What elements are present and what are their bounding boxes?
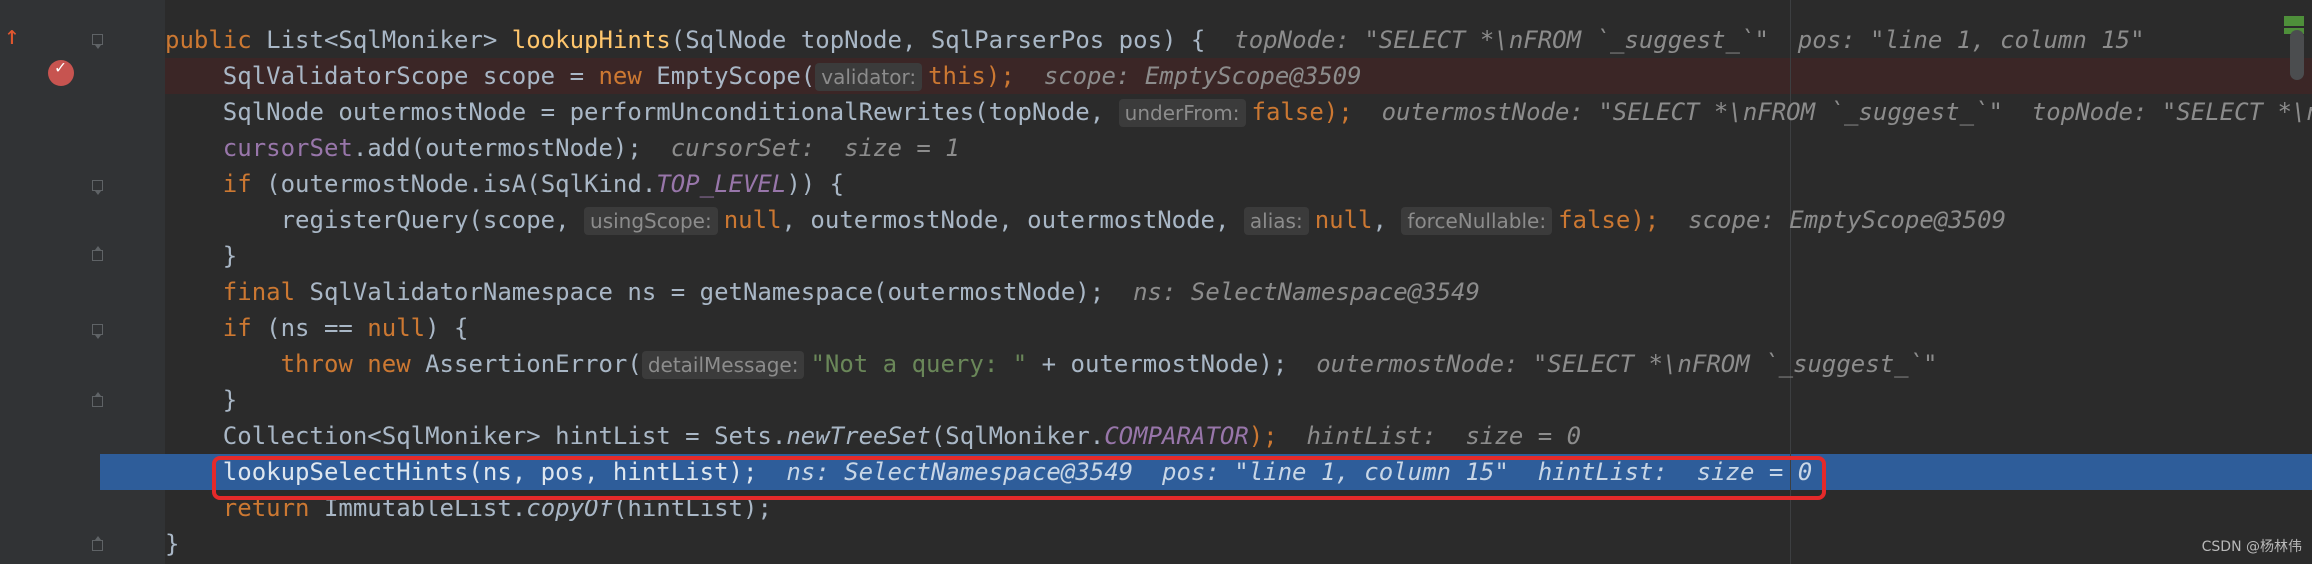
code-token: + outermostNode); — [1027, 350, 1288, 378]
code-token: (SqlNode topNode, SqlParserPos pos) { — [670, 26, 1206, 54]
code-line: } — [165, 238, 2312, 274]
keyword: null — [723, 206, 782, 234]
code-token: ); — [1248, 422, 1278, 450]
inline-debug-value: outermostNode: "SELECT *\nFROM `_suggest… — [1381, 98, 2312, 126]
code-token: } — [222, 386, 238, 414]
keyword: if — [222, 314, 252, 342]
keyword: this — [928, 62, 986, 90]
watermark: CSDN @杨林伟 — [2201, 539, 2302, 555]
fold-marker-icon[interactable] — [92, 324, 103, 339]
parameter-hint: underFrom: — [1118, 99, 1246, 127]
code-token: (SqlMoniker. — [930, 422, 1105, 450]
code-token: , — [1372, 206, 1402, 234]
code-line: } — [165, 526, 2312, 562]
keyword: null — [1314, 206, 1373, 234]
code-token: , outermostNode, outermostNode, — [781, 206, 1244, 234]
keyword: false — [1558, 206, 1631, 234]
inline-debug-value: cursorSet: size = 1 — [670, 134, 960, 162]
code-token: SqlValidatorNamespace ns = getNamespace(… — [295, 278, 1105, 306]
fold-marker-icon[interactable] — [92, 536, 103, 551]
parameter-hint: alias: — [1243, 207, 1309, 235]
code-token: ); — [985, 62, 1015, 90]
code-token: registerQuery(scope, — [280, 206, 585, 234]
fold-marker-icon[interactable] — [92, 180, 103, 195]
code-token: SqlValidatorScope scope = — [222, 62, 599, 90]
string-literal: "Not a query: " — [810, 350, 1028, 378]
breakpoint-icon[interactable] — [48, 57, 74, 86]
code-line: if (ns == null) { — [165, 310, 2312, 346]
inline-debug-value: outermostNode: "SELECT *\nFROM `_suggest… — [1316, 350, 1938, 378]
fold-marker-icon[interactable] — [92, 34, 103, 49]
code-token: EmptyScope( — [641, 62, 816, 90]
inline-debug-value: ns: SelectNamespace@3549 — [1133, 278, 1480, 306]
code-token: } — [165, 530, 180, 558]
step-arrow-icon: ↑ — [4, 21, 20, 51]
code-line: if (outermostNode.isA(SqlKind.TOP_LEVEL)… — [165, 166, 2312, 202]
code-line: Collection<SqlMoniker> hintList = Sets.n… — [165, 418, 2312, 454]
annotation-highlight-box — [212, 456, 1826, 500]
code-token: SqlNode outermostNode = performUnconditi… — [222, 98, 1119, 126]
static-method-token: newTreeSet — [786, 422, 931, 450]
parameter-hint: forceNullable: — [1401, 207, 1553, 235]
keyword: new — [598, 62, 642, 90]
parameter-hint: usingScope: — [584, 207, 718, 235]
fold-marker-icon[interactable] — [92, 246, 103, 261]
inline-debug-value: scope: EmptyScope@3509 — [1043, 62, 1362, 90]
code-token: public — [165, 26, 267, 54]
code-line: } — [165, 382, 2312, 418]
field-token: cursorSet — [222, 134, 353, 162]
code-token: ); — [1630, 206, 1660, 234]
code-token: } — [222, 242, 238, 270]
code-token: (ns == — [251, 314, 368, 342]
inline-debug-value: scope: EmptyScope@3509 — [1688, 206, 2007, 234]
inline-debug-value: topNode: "SELECT *\nFROM `_suggest_`" po… — [1234, 26, 2145, 54]
code-line: cursorSet.add(outermostNode); cursorSet:… — [165, 130, 2312, 166]
inline-debug-value: hintList: size = 0 — [1306, 422, 1582, 450]
parameter-hint: detailMessage: — [641, 351, 805, 379]
constant-token: TOP_LEVEL — [656, 170, 787, 198]
keyword: null — [367, 314, 426, 342]
code-line: final SqlValidatorNamespace ns = getName… — [165, 274, 2312, 310]
keyword: throw new — [280, 350, 411, 378]
code-token: .add(outermostNode); — [352, 134, 642, 162]
constant-token: COMPARATOR — [1104, 422, 1249, 450]
fold-marker-icon[interactable] — [92, 392, 103, 407]
code-token: List<SqlMoniker> — [266, 26, 512, 54]
code-line: SqlNode outermostNode = performUnconditi… — [165, 94, 2312, 130]
parameter-hint: validator: — [815, 63, 923, 91]
keyword: final — [222, 278, 296, 306]
keyword: false — [1251, 98, 1324, 126]
code-token: ) { — [425, 314, 469, 342]
code-token: (outermostNode.isA(SqlKind. — [251, 170, 657, 198]
code-line: public List<SqlMoniker> lookupHints(SqlN… — [165, 22, 2312, 58]
code-token: )) { — [786, 170, 845, 198]
code-token: ); — [1323, 98, 1353, 126]
keyword: if — [222, 170, 252, 198]
code-token: AssertionError( — [410, 350, 642, 378]
code-line: SqlValidatorScope scope = new EmptyScope… — [165, 58, 2312, 94]
code-token: Collection<SqlMoniker> hintList = Sets. — [222, 422, 787, 450]
method-name: lookupHints — [511, 26, 671, 54]
code-line: registerQuery(scope, usingScope: null, ou… — [165, 202, 2312, 238]
code-line: throw new AssertionError(detailMessage: "… — [165, 346, 2312, 382]
